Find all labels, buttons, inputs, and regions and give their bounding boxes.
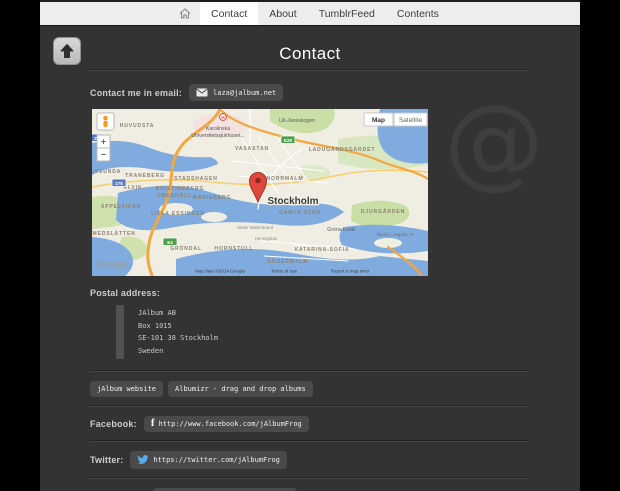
albumizr-button[interactable]: Albumizr - drag and drop albums	[168, 381, 313, 397]
map-label: ÄPPELVIKEN	[101, 203, 142, 210]
hospital-icon: H	[220, 114, 227, 121]
map-label: KRISTINEBERG	[156, 186, 205, 192]
facebook-url: http://www.facebook.com/jAlbumFrog	[158, 420, 301, 428]
map-label: Universitetssjukhuset...	[191, 133, 244, 139]
postal-line: JAlbum AB	[138, 307, 530, 320]
svg-text:−: −	[101, 150, 106, 160]
top-navbar: Contact About TumblrFeed Contents	[40, 0, 580, 26]
page-title: Contact	[40, 26, 580, 70]
map-label: GAMLA STAN	[279, 210, 321, 216]
pegman-body	[103, 121, 107, 127]
map-label: STADSHAGEN	[174, 176, 218, 182]
facebook-label: Facebook:	[90, 419, 137, 429]
zoom-out-button[interactable]: −	[97, 148, 110, 161]
site-column: Contact About TumblrFeed Contents @ Cont…	[40, 0, 580, 491]
link-buttons-row: jAlbum website Albumizr - drag and drop …	[90, 381, 530, 397]
pegman-control[interactable]	[97, 113, 114, 130]
twitter-link[interactable]: https://twitter.com/jAlbumFrog	[130, 451, 286, 469]
jalbum-website-button[interactable]: jAlbum website	[90, 381, 163, 397]
stockholm-map: H HUVUDSTA Lill-Jansskogen KarolinskaUnive…	[92, 109, 428, 276]
map-label: Karolinska	[206, 126, 230, 132]
map-label: SÖDERMALM	[268, 258, 309, 265]
map-label: HUVUDSTA	[120, 123, 155, 129]
twitter-url: https://twitter.com/jAlbumFrog	[153, 456, 279, 464]
map-label: TRANEBERG	[125, 173, 165, 179]
facebook-icon: f	[151, 419, 155, 427]
map-label: MARIEBERG	[193, 195, 232, 201]
map-label: Hornsgatan	[255, 236, 278, 241]
svg-text:E4: E4	[167, 240, 173, 245]
twitter-icon	[137, 455, 149, 465]
home-icon[interactable]	[170, 2, 200, 25]
map-label: GRÖNDAL	[170, 245, 202, 252]
map-label: Gröna Lund	[327, 227, 355, 233]
map-label: Lill-Jansskogen	[279, 118, 315, 124]
google-logo[interactable]: Google	[96, 259, 127, 269]
divider	[90, 406, 530, 407]
nav-item-contents[interactable]: Contents	[386, 2, 450, 25]
pegman-icon	[103, 116, 108, 121]
email-badge[interactable]: laza@jalbum.net	[189, 84, 283, 101]
facebook-link[interactable]: f http://www.facebook.com/jAlbumFrog	[144, 416, 309, 432]
map-label: DJURGÅRDEN	[361, 208, 405, 215]
svg-text:Map: Map	[372, 117, 385, 124]
email-address: laza@jalbum.net	[213, 89, 276, 97]
map-label: LILLA ESSINGEN	[151, 211, 205, 217]
zoom-in-button[interactable]: +	[97, 135, 110, 148]
map-attribution: Map data ©2014 Google	[195, 268, 246, 274]
map-label: Söder Mälarstrand	[237, 225, 274, 230]
twitter-label: Twitter:	[90, 455, 123, 465]
postal-line: Sweden	[138, 345, 530, 358]
content-area: Contact me in email: laza@jalbum.net	[40, 70, 580, 491]
back-to-top-button[interactable]	[53, 37, 81, 65]
map-embed[interactable]: H HUVUDSTA Lill-Jansskogen KarolinskaUnive…	[92, 109, 428, 276]
map-label: NORRMALM	[267, 176, 304, 182]
report-map-error-link[interactable]: Report a map error	[331, 269, 370, 274]
map-label: LADUGÅRDSGÄRDET	[309, 146, 376, 153]
map-label: ULVSUNDA	[92, 169, 121, 175]
postal-address-block: JAlbum AB Box 1015 SE-101 38 Stockholm S…	[116, 305, 530, 359]
postal-line: SE-101 38 Stockholm	[138, 332, 530, 345]
divider	[90, 371, 530, 372]
svg-text:+: +	[101, 137, 106, 147]
email-row: Contact me in email: laza@jalbum.net	[90, 84, 530, 101]
nav-item-tumblrfeed[interactable]: TumblrFeed	[308, 2, 386, 25]
nav-item-about[interactable]: About	[258, 2, 307, 25]
divider	[90, 70, 530, 71]
svg-text:E20: E20	[284, 138, 293, 143]
divider	[90, 441, 530, 442]
divider	[90, 478, 530, 479]
postal-address-label: Postal address:	[90, 288, 530, 298]
postal-line: Box 1015	[138, 320, 530, 333]
road-badge: 275	[112, 179, 126, 187]
map-type-button[interactable]: Map	[364, 113, 393, 126]
map-label: FREDHÄLL	[158, 192, 192, 199]
envelope-icon	[196, 88, 208, 97]
home-icon-glyph	[179, 8, 191, 19]
road-badge: E20	[281, 136, 295, 144]
email-label: Contact me in email:	[90, 88, 182, 98]
map-label: KATARINA-SOFIA	[295, 247, 350, 253]
map-label: SMEDSLÄTTEN	[92, 230, 136, 237]
road-badge: E4	[163, 238, 177, 246]
arrow-up-icon	[59, 43, 75, 59]
svg-text:275: 275	[115, 181, 123, 186]
map-label: Stockholm	[267, 196, 318, 207]
facebook-row: Facebook: f http://www.facebook.com/jAlb…	[90, 416, 530, 432]
satellite-type-button[interactable]: Satellite	[394, 113, 427, 126]
nav-item-contact[interactable]: Contact	[200, 2, 258, 25]
twitter-row: Twitter: https://twitter.com/jAlbumFrog	[90, 451, 530, 469]
map-label: HORNSTULL	[215, 246, 254, 252]
map-label: VASASTAN	[235, 146, 269, 152]
terms-of-use-link[interactable]: Terms of use	[271, 269, 298, 274]
svg-text:Satellite: Satellite	[399, 117, 423, 124]
map-label: Åland (I, Angrds), FI	[376, 232, 413, 237]
